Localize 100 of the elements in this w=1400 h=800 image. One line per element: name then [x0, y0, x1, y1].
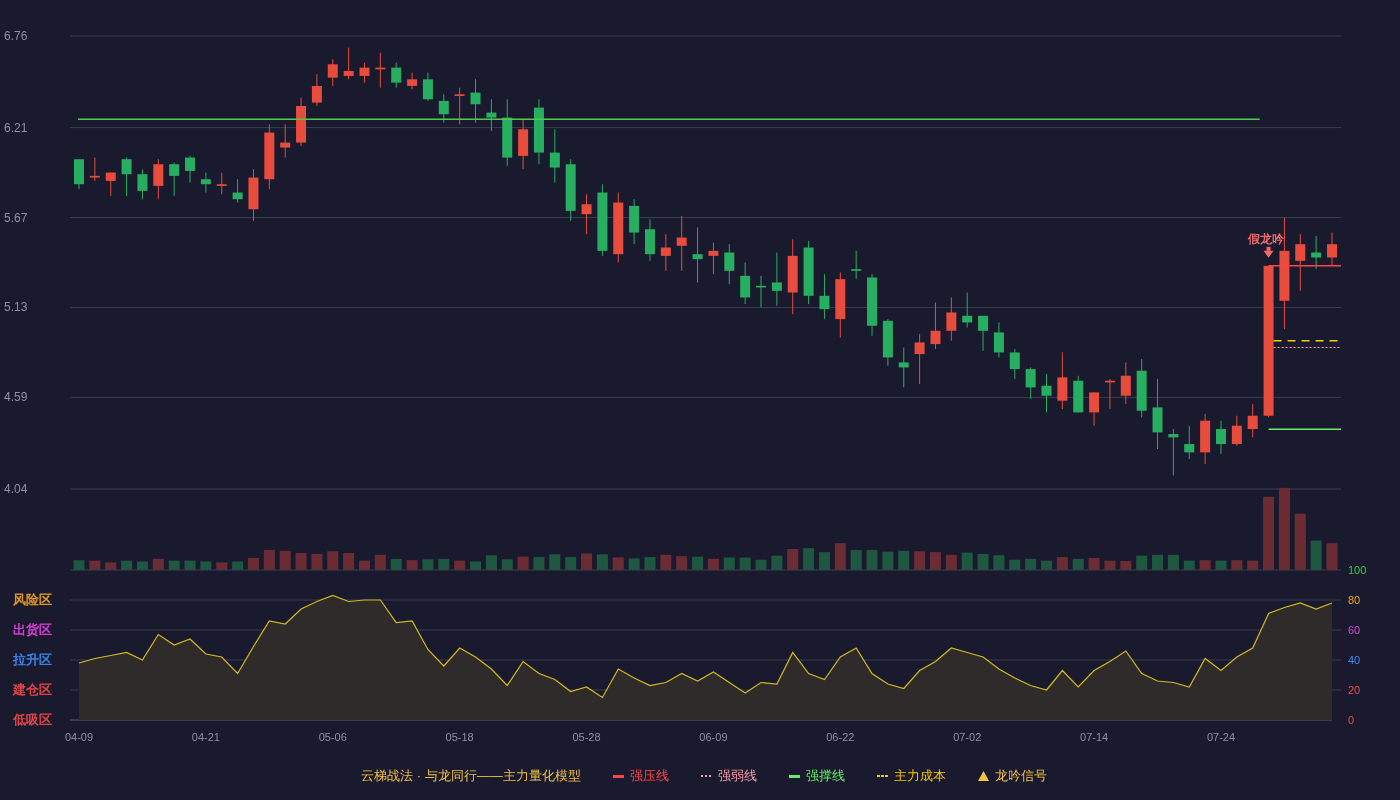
volume-bar: [533, 557, 545, 570]
candlestick: [1231, 415, 1242, 447]
volume-bar: [343, 553, 355, 570]
volume-bar: [501, 559, 513, 570]
volume-bar: [676, 556, 688, 570]
volume-bar: [1199, 560, 1211, 570]
volume-bar: [438, 558, 450, 570]
candlestick: [771, 252, 782, 307]
candlestick: [264, 123, 275, 190]
signal-label: 假龙吟: [1247, 231, 1284, 246]
candlestick: [708, 242, 719, 275]
candlestick: [105, 172, 116, 197]
candlestick: [1136, 358, 1147, 418]
volume-bar: [707, 558, 719, 570]
candlestick: [375, 52, 386, 89]
candlestick: [819, 273, 830, 320]
candlestick: [756, 275, 766, 308]
volume-bar: [771, 555, 783, 570]
candlestick: [248, 168, 259, 222]
axis-label: 07-24: [1206, 731, 1236, 743]
volume-bar: [755, 559, 767, 570]
candlestick: [962, 292, 973, 328]
legend-label: 龙吟信号: [994, 767, 1047, 785]
candlestick: [391, 62, 402, 89]
volume-bar: [850, 549, 862, 570]
candlestick: [200, 172, 211, 194]
candlestick: [1200, 413, 1211, 465]
candlestick: [121, 157, 132, 197]
level-line: [1273, 347, 1342, 348]
candlestick: [1247, 403, 1258, 438]
volume-bar: [470, 561, 481, 570]
volume-bar: [1136, 555, 1148, 570]
candlestick: [1295, 233, 1306, 292]
candlestick: [89, 157, 100, 182]
volume-bar: [247, 557, 259, 570]
axis-label: 07-02: [953, 731, 982, 743]
candlestick: [851, 250, 862, 280]
candlestick: [978, 315, 989, 352]
candlestick: [1152, 378, 1163, 450]
volume-bar: [454, 560, 466, 570]
volume-bar: [834, 543, 846, 570]
volume-bar: [596, 554, 608, 570]
axis-label: 80: [1348, 594, 1361, 606]
candlestick: [613, 192, 624, 263]
candlestick: [311, 73, 322, 107]
candlestick: [74, 158, 84, 190]
axis-label: 20: [1348, 684, 1361, 696]
candlestick: [407, 72, 418, 90]
candlestick: [1215, 420, 1226, 455]
legend-label: 强压线: [629, 767, 669, 785]
candlestick: [1009, 348, 1020, 380]
candlestick: [216, 172, 227, 195]
volume-bar: [818, 552, 830, 570]
volume-bar: [977, 553, 989, 570]
candlestick: [692, 227, 703, 283]
volume-bar: [374, 554, 386, 570]
volume-bar: [930, 552, 941, 570]
volume-bar: [1326, 543, 1338, 570]
volume-bar: [311, 553, 323, 570]
volume-bar: [152, 558, 164, 570]
legend-title: 云梯战法 · 与龙同行——主力量化模型: [361, 767, 581, 785]
volume-bar: [295, 553, 307, 570]
zone-label: 建仓区: [13, 682, 52, 697]
candlestick: [518, 118, 529, 170]
volume-bar: [1167, 554, 1179, 570]
volume-bar: [216, 562, 228, 570]
candlestick: [153, 158, 164, 200]
candlestick: [502, 98, 513, 167]
volume-bar: [232, 561, 244, 570]
candlestick: [169, 162, 180, 197]
candlestick: [1073, 375, 1084, 413]
axis-label: 04-09: [64, 731, 94, 743]
volume-bar: [1183, 560, 1195, 570]
axis-label: 4.59: [4, 390, 28, 405]
volume-bar: [485, 555, 497, 570]
axis-label: 4.04: [4, 482, 28, 496]
candlestick: [1057, 351, 1068, 410]
candlestick: [1120, 361, 1131, 405]
candlestick: [1025, 366, 1036, 400]
volume-bar: [993, 555, 1005, 570]
volume-bar: [945, 554, 957, 570]
candlestick: [343, 47, 354, 80]
volume-bar: [73, 560, 85, 570]
axis-label: 05-28: [572, 731, 601, 743]
candlestick: [185, 155, 196, 184]
axis-label: 06-09: [699, 731, 728, 743]
candlestick: [898, 346, 909, 388]
candlestick: [914, 333, 925, 385]
candlestick: [1089, 391, 1100, 427]
candlestick: [438, 93, 449, 124]
volume-bar: [406, 560, 418, 570]
candlestick: [565, 158, 576, 222]
candlestick: [1041, 373, 1052, 413]
candlestick: [993, 321, 1004, 358]
volume-bar: [961, 552, 973, 570]
candlestick: [645, 218, 655, 262]
axis-label: 04-21: [191, 731, 220, 743]
volume-bar: [1056, 557, 1068, 570]
axis-label: 05-18: [445, 731, 474, 743]
candlestick: [930, 301, 941, 350]
